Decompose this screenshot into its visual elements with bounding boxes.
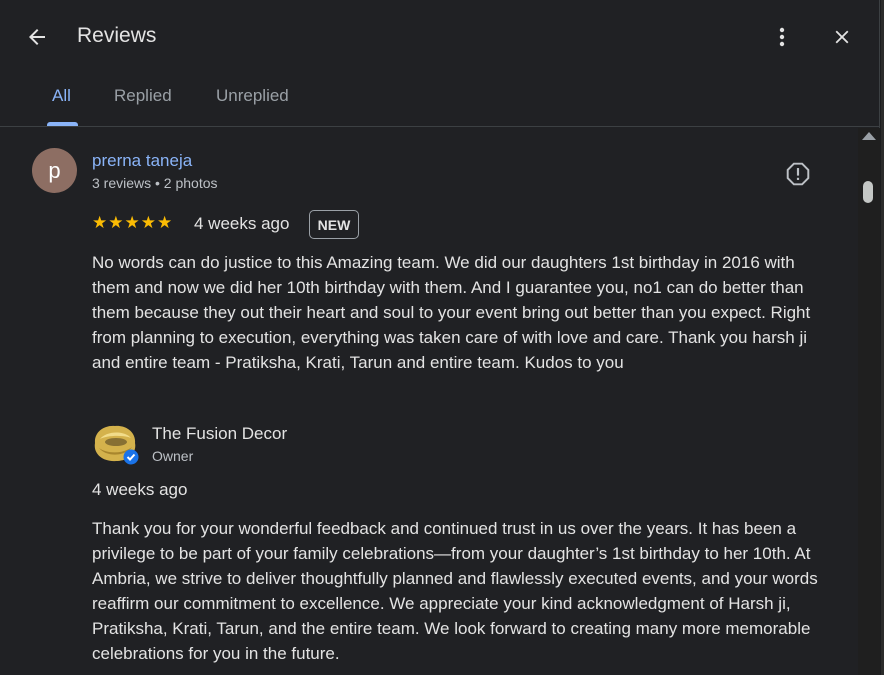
report-icon	[786, 162, 810, 186]
avatar[interactable]: p	[32, 148, 77, 193]
tab-replied[interactable]: Replied	[114, 86, 172, 106]
close-icon	[835, 30, 849, 44]
scrollbar[interactable]	[858, 128, 880, 675]
report-review-button[interactable]	[784, 160, 812, 188]
back-button[interactable]	[22, 22, 52, 52]
header: Reviews	[0, 0, 880, 72]
new-badge: NEW	[309, 210, 359, 239]
more-vert-icon	[779, 27, 785, 47]
tab-unreplied[interactable]: Unreplied	[216, 86, 289, 106]
reviewer-meta: 3 reviews • 2 photos	[92, 175, 218, 191]
scroll-up-arrow-icon[interactable]	[862, 132, 876, 140]
review-date: 4 weeks ago	[194, 214, 290, 233]
tab-all[interactable]: All	[52, 86, 71, 106]
close-button[interactable]	[826, 22, 858, 52]
owner-name: The Fusion Decor	[152, 424, 288, 443]
scroll-thumb[interactable]	[863, 181, 873, 203]
tab-bar: All Replied Unreplied	[0, 72, 880, 127]
owner-role: Owner	[152, 448, 194, 464]
reply-text: Thank you for your wonderful feedback an…	[92, 519, 818, 663]
page-title: Reviews	[77, 24, 157, 47]
review-text: No words can do justice to this Amazing …	[92, 253, 811, 372]
arrow-left-icon	[29, 29, 45, 45]
more-options-button[interactable]	[768, 22, 796, 52]
reply-date: 4 weeks ago	[92, 480, 188, 499]
owner-logo	[91, 421, 141, 466]
review-list: p prerna taneja 3 reviews • 2 photos ★★★…	[0, 128, 858, 675]
active-tab-indicator	[47, 122, 78, 126]
reviews-panel: Reviews All Replied Unreplied p prerna t…	[0, 0, 880, 675]
reviewer-name[interactable]: prerna taneja	[92, 151, 192, 171]
star-rating: ★★★★★	[92, 213, 174, 232]
